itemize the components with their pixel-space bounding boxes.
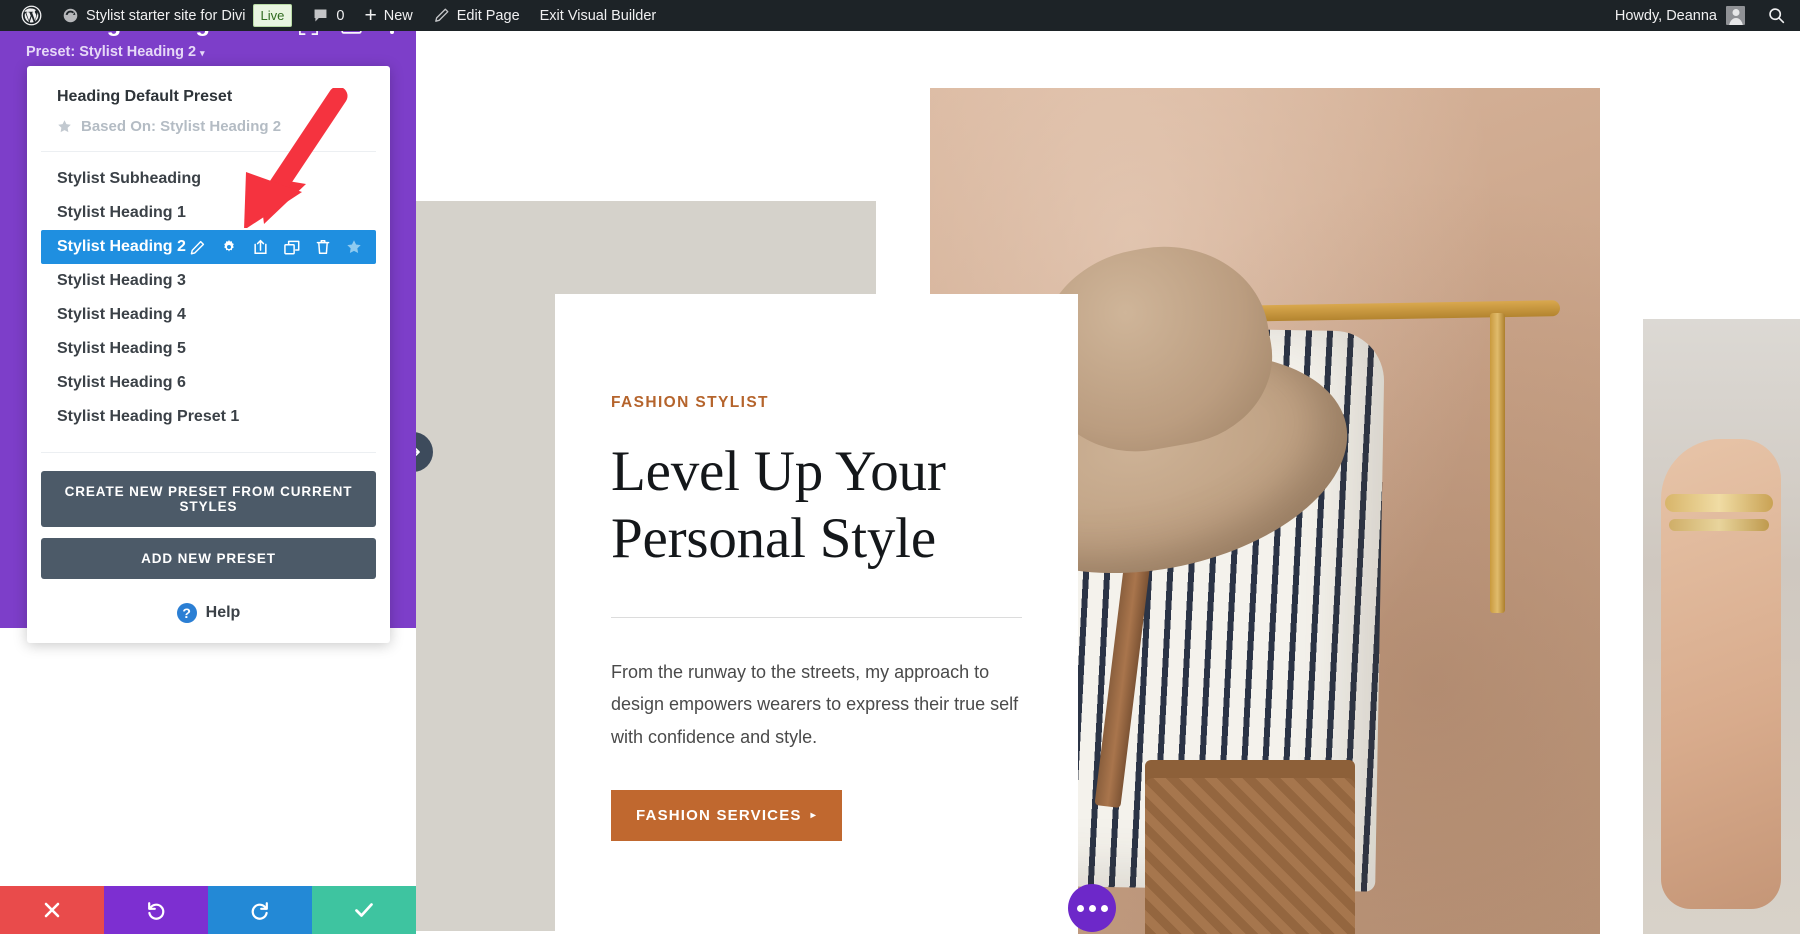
preset-item-stylist-heading-2[interactable]: Stylist Heading 2 bbox=[41, 230, 376, 264]
default-preset-title: Heading Default Preset bbox=[41, 88, 376, 106]
panel-preset-selector[interactable]: Preset: Stylist Heading 2 ▾ bbox=[26, 44, 205, 60]
canvas-top-white-band bbox=[416, 31, 876, 201]
live-badge: Live bbox=[253, 4, 293, 27]
admin-bar-right: Howdy, Deanna bbox=[1605, 0, 1800, 31]
preset-dropdown: Heading Default Preset Based On: Stylist… bbox=[27, 66, 390, 643]
default-preset-block[interactable]: Heading Default Preset Based On: Stylist… bbox=[41, 66, 376, 152]
preset-row-actions bbox=[190, 239, 366, 255]
fashion-services-button[interactable]: FASHION SERVICES ▸ bbox=[611, 790, 842, 841]
clothing-rack-post bbox=[1490, 313, 1505, 613]
preset-item-label: Stylist Heading Preset 1 bbox=[57, 408, 239, 426]
three-dots-icon bbox=[1089, 905, 1096, 912]
plus-icon: + bbox=[364, 5, 376, 26]
hero-eyebrow: FASHION STYLIST bbox=[611, 394, 1022, 412]
edit-page-label: Edit Page bbox=[457, 8, 520, 24]
edit-page-menu[interactable]: Edit Page bbox=[423, 0, 530, 31]
wp-logo-button[interactable] bbox=[11, 0, 52, 31]
comment-bubble-icon bbox=[312, 7, 329, 24]
caret-right-icon: ▸ bbox=[811, 810, 817, 821]
exit-builder-label: Exit Visual Builder bbox=[540, 8, 657, 24]
preset-item-stylist-heading-1[interactable]: Stylist Heading 1 bbox=[41, 196, 376, 230]
pencil-icon bbox=[433, 7, 450, 24]
preset-item-label: Stylist Heading 4 bbox=[57, 306, 186, 324]
dropdown-buttons: CREATE NEW PRESET FROM CURRENT STYLES AD… bbox=[27, 453, 390, 579]
three-dots-icon bbox=[1077, 905, 1084, 912]
new-content-menu[interactable]: + New bbox=[354, 0, 422, 31]
chevron-down-icon: ▾ bbox=[200, 48, 205, 58]
preset-item-stylist-heading-5[interactable]: Stylist Heading 5 bbox=[41, 332, 376, 366]
preset-item-stylist-subheading[interactable]: Stylist Subheading bbox=[41, 162, 376, 196]
bracelet-2 bbox=[1669, 519, 1769, 531]
preset-item-stylist-heading-3[interactable]: Stylist Heading 3 bbox=[41, 264, 376, 298]
preset-item-stylist-heading-6[interactable]: Stylist Heading 6 bbox=[41, 366, 376, 400]
star-icon bbox=[57, 119, 72, 134]
hero-heading-line1: Level Up Your bbox=[611, 440, 946, 503]
rename-pencil-icon[interactable] bbox=[190, 240, 205, 255]
dashboard-speedometer-icon bbox=[62, 7, 79, 24]
admin-bar-left: Stylist starter site for Divi Live 0 + N… bbox=[0, 0, 666, 31]
help-question-icon: ? bbox=[177, 603, 197, 623]
export-upload-icon[interactable] bbox=[253, 239, 268, 255]
fashion-services-label: FASHION SERVICES bbox=[636, 807, 802, 824]
woven-bag bbox=[1145, 778, 1355, 934]
builder-fab-button[interactable] bbox=[1068, 884, 1116, 932]
default-preset-based-on: Based On: Stylist Heading 2 bbox=[41, 118, 376, 135]
preset-list: Stylist Subheading Stylist Heading 1 Sty… bbox=[27, 152, 390, 438]
hero-heading: Level Up Your Personal Style bbox=[611, 438, 1022, 573]
preset-item-label: Stylist Heading 2 bbox=[57, 238, 186, 256]
hero-text-card: FASHION STYLIST Level Up Your Personal S… bbox=[555, 294, 1078, 934]
settings-gear-icon[interactable] bbox=[221, 239, 237, 255]
search-icon[interactable] bbox=[1767, 6, 1786, 25]
help-label: Help bbox=[206, 604, 241, 622]
secondary-photo bbox=[1643, 319, 1800, 934]
wordpress-logo-icon bbox=[21, 5, 42, 26]
duplicate-icon[interactable] bbox=[284, 240, 300, 255]
wp-admin-bar: Stylist starter site for Divi Live 0 + N… bbox=[0, 0, 1800, 31]
based-on-label: Based On: Stylist Heading 2 bbox=[81, 118, 281, 135]
user-avatar-icon bbox=[1726, 6, 1745, 25]
preset-item-label: Stylist Heading 1 bbox=[57, 204, 186, 222]
preset-item-label: Stylist Subheading bbox=[57, 170, 201, 188]
exit-visual-builder-menu[interactable]: Exit Visual Builder bbox=[530, 0, 667, 31]
comments-menu[interactable]: 0 bbox=[302, 0, 354, 31]
panel-preset-label: Preset: Stylist Heading 2 bbox=[26, 44, 196, 60]
hero-divider bbox=[611, 617, 1022, 618]
preset-item-label: Stylist Heading 3 bbox=[57, 272, 186, 290]
preset-item-label: Stylist Heading 6 bbox=[57, 374, 186, 392]
hero-paragraph: From the runway to the streets, my appro… bbox=[611, 656, 1022, 754]
help-link[interactable]: ? Help bbox=[27, 579, 390, 635]
site-name-menu[interactable]: Stylist starter site for Divi Live bbox=[52, 0, 302, 31]
howdy-label: Howdy, Deanna bbox=[1615, 8, 1717, 24]
add-new-preset-button[interactable]: ADD NEW PRESET bbox=[41, 538, 376, 579]
delete-trash-icon[interactable] bbox=[316, 239, 330, 255]
account-menu[interactable]: Howdy, Deanna bbox=[1605, 0, 1755, 31]
hero-heading-line2: Personal Style bbox=[611, 507, 936, 570]
three-dots-icon bbox=[1101, 905, 1108, 912]
set-default-star-icon[interactable] bbox=[346, 239, 362, 255]
site-title-label: Stylist starter site for Divi bbox=[86, 8, 246, 24]
new-label: New bbox=[384, 8, 413, 24]
comments-count: 0 bbox=[336, 8, 344, 24]
preset-item-stylist-heading-4[interactable]: Stylist Heading 4 bbox=[41, 298, 376, 332]
preset-item-stylist-heading-preset-1[interactable]: Stylist Heading Preset 1 bbox=[41, 400, 376, 434]
bracelet-1 bbox=[1665, 494, 1773, 512]
create-new-preset-button[interactable]: CREATE NEW PRESET FROM CURRENT STYLES bbox=[41, 471, 376, 527]
app-root: er FASHION STYLIST bbox=[0, 0, 1800, 934]
preset-item-label: Stylist Heading 5 bbox=[57, 340, 186, 358]
